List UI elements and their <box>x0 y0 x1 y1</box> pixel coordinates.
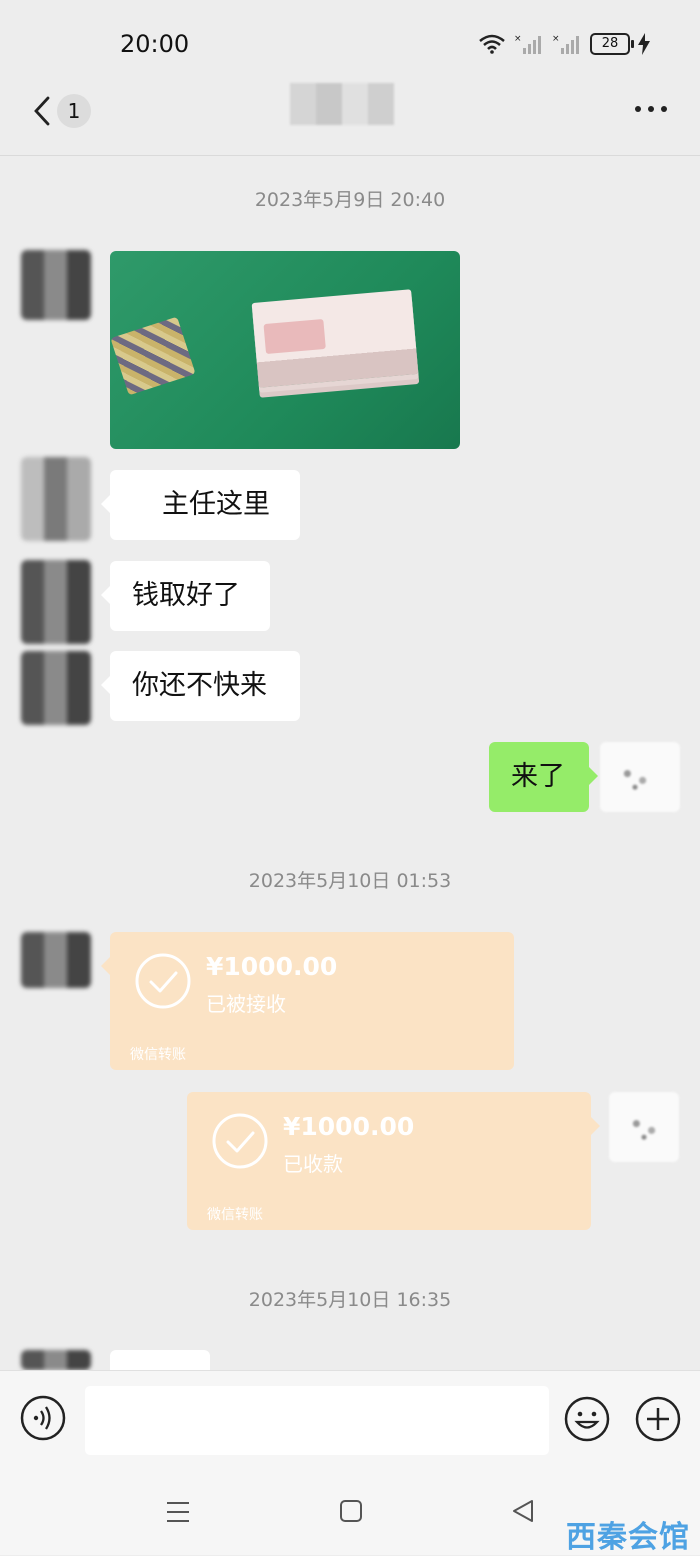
svg-text:×: × <box>514 34 522 44</box>
photo-cash <box>251 289 419 388</box>
back-triangle-icon[interactable] <box>510 1497 536 1525</box>
back-icon[interactable] <box>30 95 58 127</box>
voice-icon[interactable] <box>20 1395 66 1441</box>
emoji-icon[interactable] <box>563 1395 611 1443</box>
message-bubble-self[interactable]: 来了 <box>489 742 598 812</box>
transfer-amount: ¥1000.00 <box>283 1112 415 1141</box>
avatar[interactable] <box>21 651 91 725</box>
message-input[interactable] <box>85 1386 549 1455</box>
svg-text:×: × <box>552 34 560 44</box>
menu-icon[interactable] <box>165 1498 191 1526</box>
battery-icon: 28 <box>590 33 634 55</box>
message-bubble[interactable]: 你还不快来 <box>101 651 300 721</box>
avatar[interactable] <box>21 457 91 541</box>
image-message[interactable] <box>110 251 460 449</box>
watermark: 西秦会馆 <box>566 1520 690 1555</box>
header-divider <box>0 155 700 156</box>
signal-icon: × <box>514 34 541 54</box>
status-icons: × × 28 <box>478 33 650 55</box>
transfer-status: 已收款 <box>283 1152 343 1176</box>
wifi-icon <box>479 34 505 54</box>
avatar[interactable] <box>21 1350 91 1370</box>
check-circle-icon <box>135 953 191 1009</box>
more-icon[interactable] <box>634 99 668 119</box>
plus-icon[interactable] <box>634 1395 682 1443</box>
avatar[interactable] <box>21 560 91 644</box>
chat-timestamp: 2023年5月10日 01:53 <box>248 870 452 892</box>
photo-cards <box>110 316 196 396</box>
transfer-card-self[interactable]: ¥1000.00 已收款 微信转账 <box>187 1092 600 1230</box>
message-bubble[interactable]: 钱取好了 <box>101 561 270 631</box>
transfer-card[interactable]: ¥1000.00 已被接收 微信转账 <box>101 932 514 1070</box>
avatar-self[interactable] <box>609 1092 679 1162</box>
avatar[interactable] <box>21 932 91 988</box>
transfer-label: 微信转账 <box>130 1047 186 1063</box>
check-circle-icon <box>212 1113 268 1169</box>
signal-icon: × <box>552 34 579 54</box>
message-bubble[interactable]: 主任这里 <box>101 470 300 540</box>
transfer-status: 已被接收 <box>206 992 286 1016</box>
contact-name-redacted <box>290 83 394 125</box>
avatar[interactable] <box>21 250 91 320</box>
unread-count-badge[interactable]: 1 <box>57 94 91 128</box>
chat-timestamp: 2023年5月10日 16:35 <box>248 1289 452 1311</box>
avatar-self[interactable] <box>600 742 680 812</box>
transfer-label: 微信转账 <box>207 1207 263 1223</box>
message-bubble-partial[interactable] <box>110 1350 210 1370</box>
chat-timestamp: 2023年5月9日 20:40 <box>254 189 446 211</box>
status-time: 20:00 <box>120 30 190 58</box>
charging-icon <box>638 33 650 55</box>
transfer-amount: ¥1000.00 <box>206 952 338 981</box>
home-icon[interactable] <box>338 1498 364 1524</box>
